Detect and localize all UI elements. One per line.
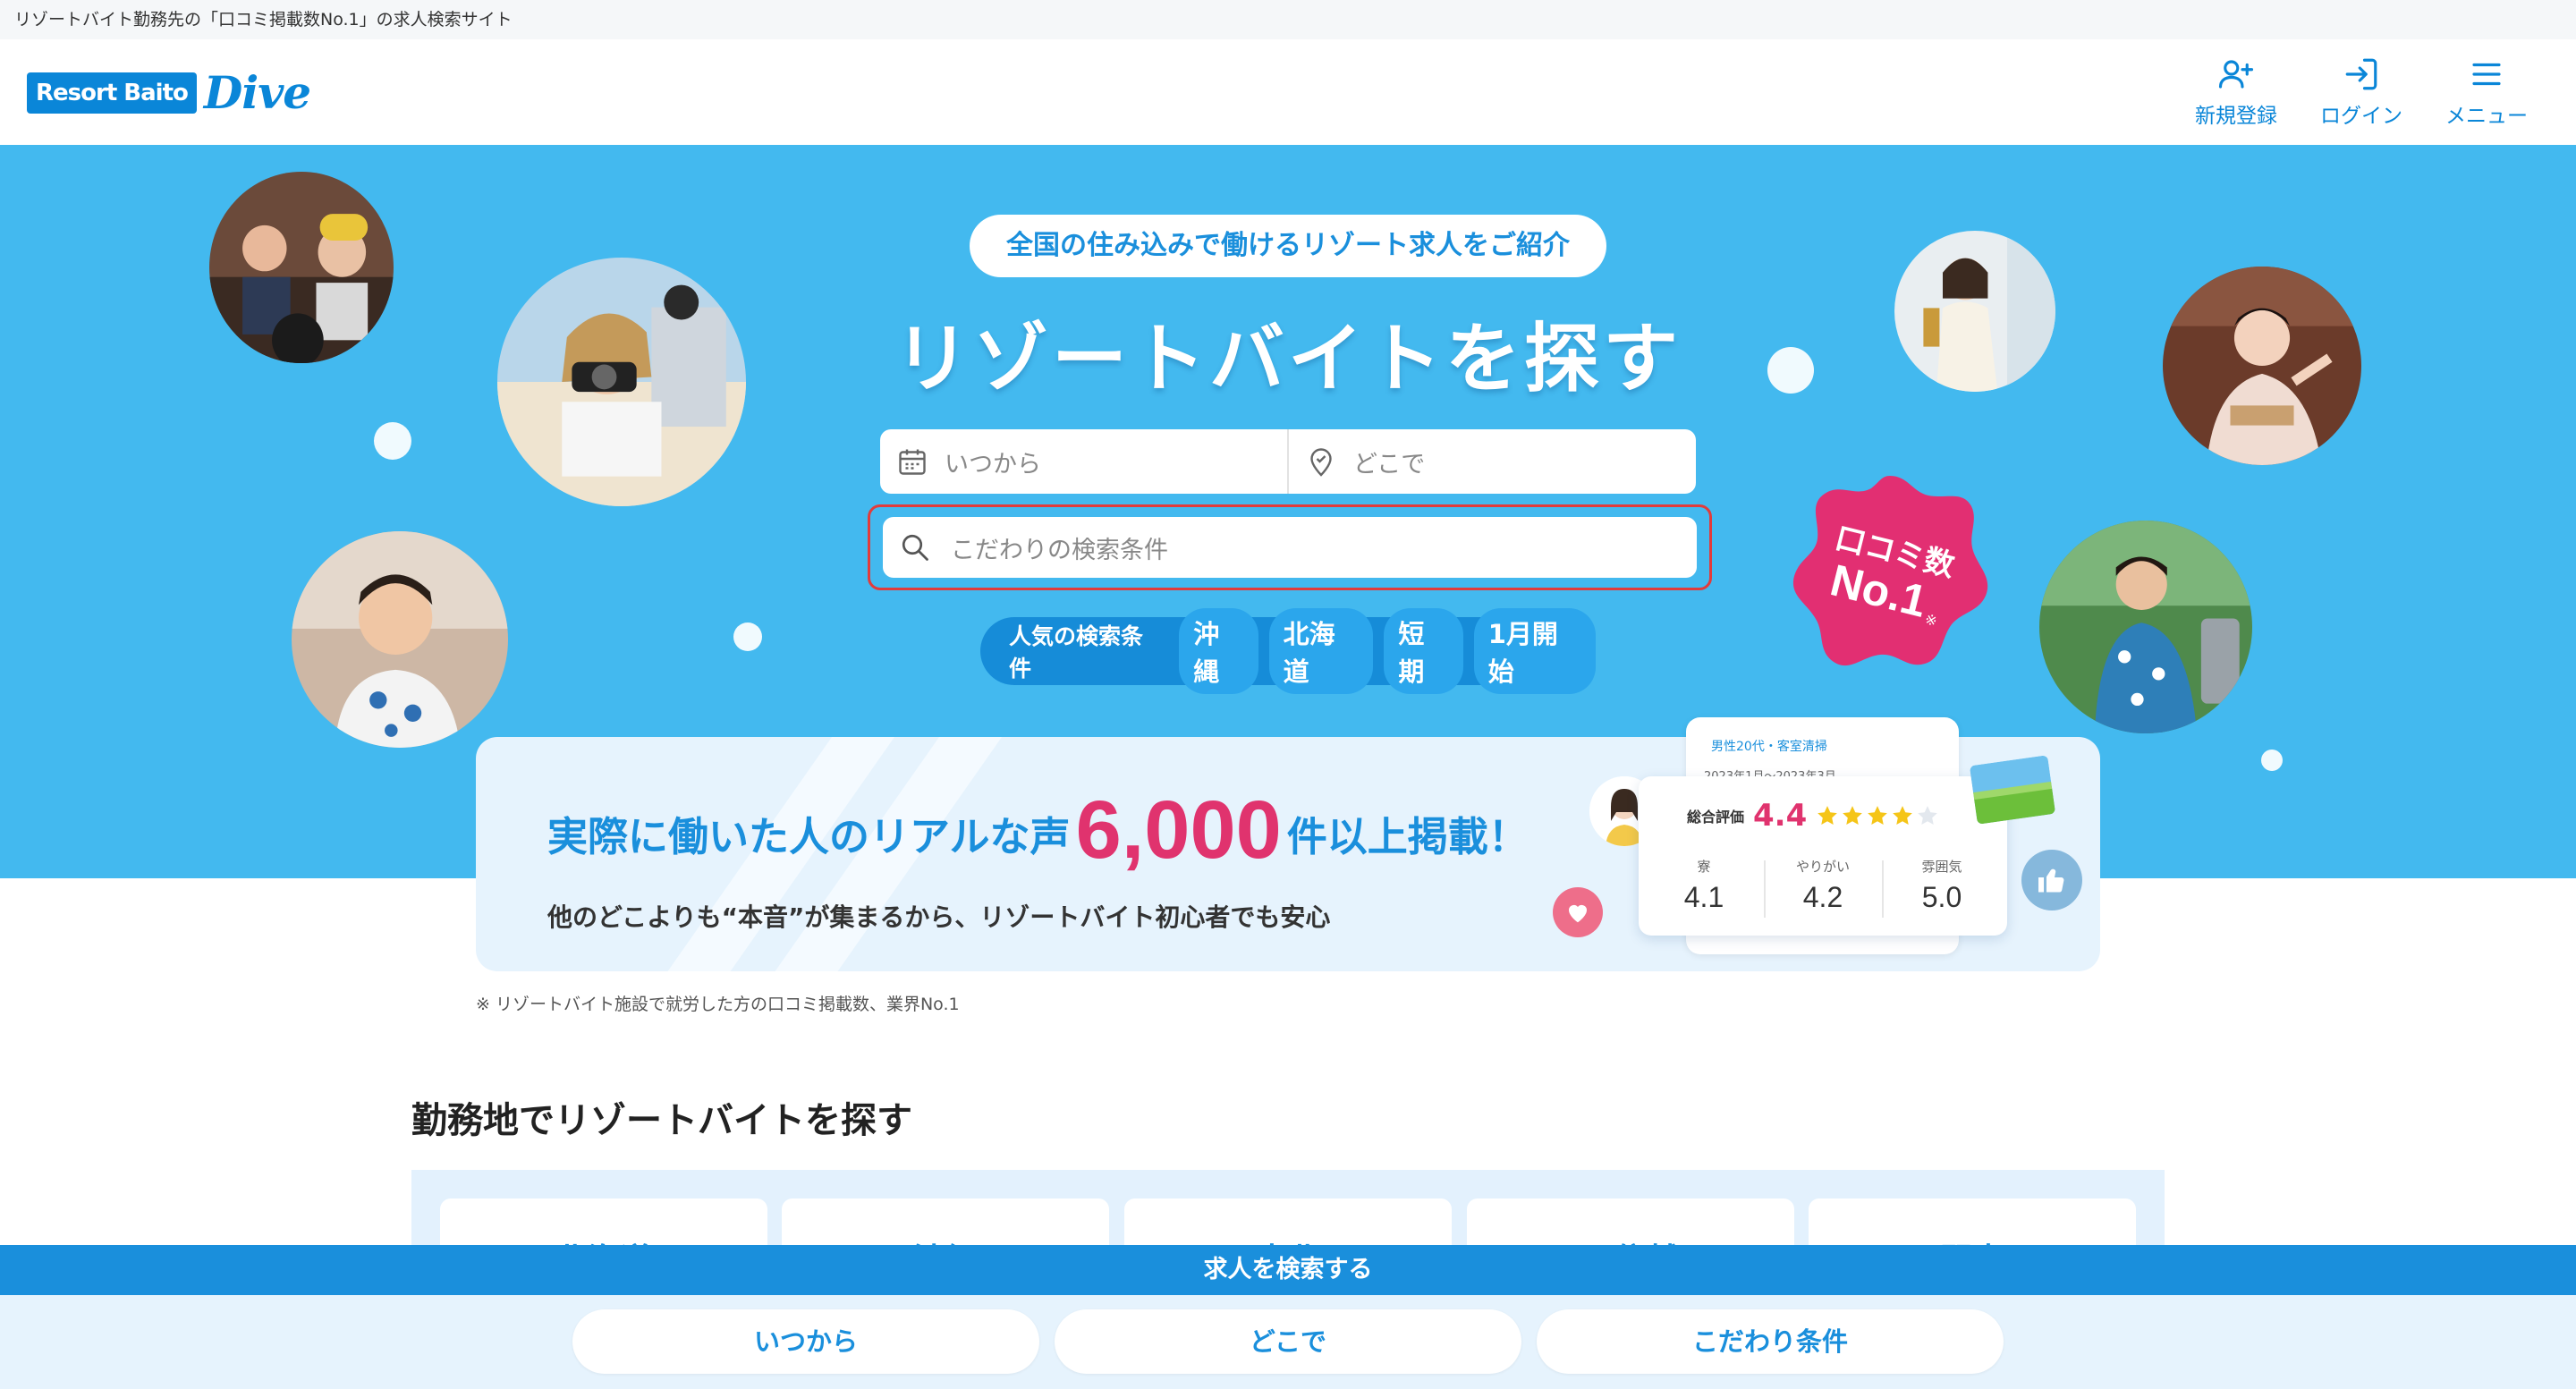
banner-headline-pre: 実際に働いた人のリアルな声 (547, 813, 1071, 860)
search-icon (902, 534, 928, 561)
overall-label: 総合評価 (1687, 809, 1745, 826)
landscape-thumbnail (1969, 755, 2056, 825)
logo-box-text: Resort Baito (27, 72, 197, 114)
register-button[interactable]: 新規登録 (2191, 55, 2281, 129)
location-pin-icon (1310, 448, 1332, 477)
decor-dot (374, 422, 411, 460)
header-nav: 新規登録 ログイン メニュー (2191, 55, 2531, 129)
menu-button[interactable]: メニュー (2442, 55, 2531, 129)
keyword-highlight: こだわりの検索条件 (868, 504, 1712, 590)
chip-january-start[interactable]: 1月開始 (1473, 608, 1597, 694)
sub-score-atmosphere: 雰囲気 5.0 (1884, 857, 2000, 914)
rating-stars (1816, 804, 1941, 827)
hero-photo-man-smiling (292, 531, 508, 748)
sub-score-label: 寮 (1697, 859, 1711, 875)
hamburger-icon (2472, 63, 2501, 86)
sticky-when-button[interactable]: いつから (572, 1309, 1039, 1374)
sub-score-dorm: 寮 4.1 (1646, 857, 1762, 914)
keyword-placeholder: こだわりの検索条件 (951, 536, 1168, 564)
login-label: ログイン (2320, 105, 2402, 128)
sub-score-value: 4.1 (1683, 881, 1724, 913)
sub-score-label: 雰囲気 (1921, 859, 1962, 875)
site-tagline: リゾートバイト勤務先の「口コミ掲載数No.1」の求人検索サイト (0, 0, 2576, 39)
hero-photo-camera-girl (497, 258, 746, 506)
decor-dot (2261, 750, 2283, 771)
chip-okinawa[interactable]: 沖縄 (1179, 608, 1258, 694)
banner-headline: 実際に働いた人のリアルな声6,000 件以上掲載！ (547, 783, 1529, 877)
sticky-conditions-button[interactable]: こだわり条件 (1537, 1309, 2004, 1374)
site-header: Resort Baito Dive 新規登録 ログイン メニュー (0, 39, 2576, 145)
decor-dot (733, 623, 762, 651)
where-placeholder: どこで (1353, 450, 1426, 479)
where-field[interactable]: どこで (1287, 429, 1696, 494)
hero-photo-kimono (2163, 267, 2361, 465)
register-label: 新規登録 (2195, 105, 2277, 128)
thumbs-up-icon (2021, 850, 2082, 910)
star-icon (1918, 806, 1938, 825)
review-score-card: 総合評価 4.4 寮 4.1 やりがい 4.2 雰囲気 5.0 (1639, 776, 2007, 936)
menu-label: メニュー (2445, 105, 2528, 128)
banner-headline-post: 件以上掲載！ (1286, 813, 1529, 860)
add-user-icon (2218, 60, 2254, 89)
star-icon (1893, 806, 1913, 825)
calendar-icon (899, 449, 926, 475)
banner-subtext: 他のどこよりも“本音”が集まるから、リゾートバイト初心者でも安心 (547, 902, 1331, 932)
when-field[interactable]: いつから (880, 429, 1287, 494)
sub-score-rewarding: やりがい 4.2 (1765, 857, 1881, 914)
sticky-where-button[interactable]: どこで (1055, 1309, 1521, 1374)
no1-badge: 口コミ数 No.1 ※ (1792, 476, 1988, 666)
site-logo[interactable]: Resort Baito Dive (27, 66, 311, 119)
hero-pill: 全国の住み込みで働けるリゾート求人をご紹介 (970, 215, 1606, 277)
heart-icon (1553, 887, 1603, 937)
popular-conditions: 人気の検索条件 沖縄 北海道 短期 1月開始 (980, 608, 1597, 694)
chip-hokkaido[interactable]: 北海道 (1268, 608, 1374, 694)
star-icon (1843, 806, 1863, 825)
keyword-search-input[interactable]: こだわりの検索条件 (883, 517, 1697, 578)
decor-dot (1767, 347, 1814, 394)
logo-script-text: Dive (203, 66, 311, 119)
star-icon (1818, 806, 1838, 825)
hero-photo-woman-dress (1894, 231, 2055, 392)
review-card-tag: 男性20代・客室清掃 (1711, 740, 1827, 754)
sub-score-value: 5.0 (1921, 881, 1962, 913)
sub-score-value: 4.2 (1802, 881, 1843, 913)
hero-title: リゾートバイトを探す (894, 315, 1682, 402)
area-section-title: 勤務地でリゾートバイトを探す (411, 1100, 912, 1141)
sticky-search-title: 求人を検索する (0, 1245, 2576, 1295)
when-placeholder: いつから (945, 450, 1041, 479)
hero-photo-hotel-staff (2039, 521, 2252, 733)
login-icon (2345, 58, 2377, 90)
overall-score: 4.4 (1753, 798, 1808, 834)
overall-rating: 総合評価 4.4 (1687, 798, 1941, 834)
login-button[interactable]: ログイン (2317, 55, 2406, 129)
sub-score-label: やりがい (1795, 859, 1850, 875)
banner-count: 6,000 (1075, 784, 1282, 876)
chip-short-term[interactable]: 短期 (1384, 608, 1463, 694)
sticky-search-bar: いつから どこで こだわり条件 (0, 1295, 2576, 1389)
footnote: ※ リゾートバイト施設で就労した方の口コミ掲載数、業界No.1 (476, 995, 960, 1014)
date-place-search: いつから どこで (880, 429, 1696, 494)
hero-photo-friends (209, 172, 394, 363)
popular-label: 人気の検索条件 (1009, 623, 1144, 682)
star-icon (1868, 806, 1888, 825)
